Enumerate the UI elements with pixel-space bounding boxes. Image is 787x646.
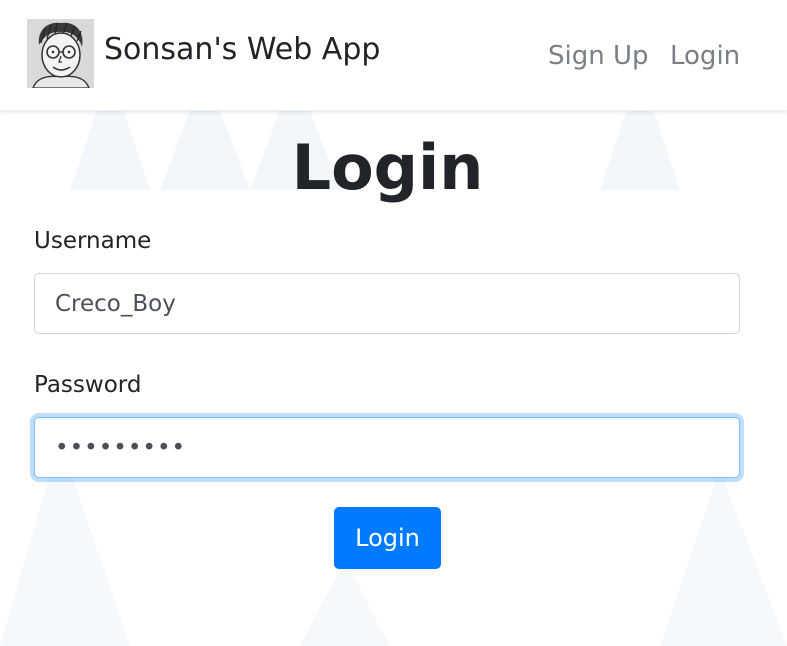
brand-name[interactable]: Sonsan's Web App — [104, 30, 380, 70]
password-label: Password — [34, 372, 142, 398]
nav-login-link[interactable]: Login — [670, 38, 740, 74]
nav-sign-up-link[interactable]: Sign Up — [548, 38, 649, 74]
avatar-sketch-icon — [27, 19, 94, 88]
username-input[interactable] — [34, 273, 740, 334]
page-title: Login — [291, 131, 484, 204]
login-page: Login Username Password Login — [0, 110, 787, 646]
username-label: Username — [34, 228, 152, 254]
brand-logo-avatar[interactable] — [27, 19, 94, 88]
login-submit-button[interactable]: Login — [334, 507, 441, 569]
top-navbar: Sonsan's Web App Sign Up Login — [0, 0, 787, 111]
password-input[interactable] — [34, 417, 740, 478]
